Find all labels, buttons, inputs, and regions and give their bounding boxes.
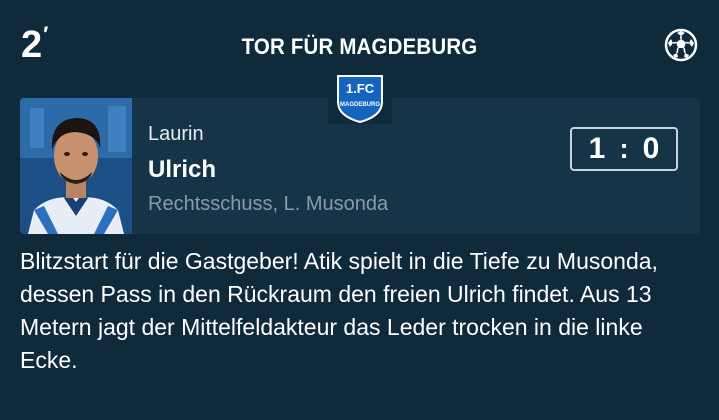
logo-text-top: 1.FC xyxy=(346,81,375,96)
player-last-name: Ulrich xyxy=(148,156,217,183)
score-separator: : xyxy=(619,133,629,164)
goal-description: Blitzstart für die Gastgeber! Atik spiel… xyxy=(20,248,658,373)
event-title: TOR FÜR MAGDEBURG xyxy=(241,34,478,59)
score-home: 1 xyxy=(588,132,606,165)
team-logo: 1.FC MAGDEBURG xyxy=(328,72,392,124)
score-away: 0 xyxy=(642,132,660,165)
score-box: 1 : 0 xyxy=(570,127,678,171)
player-photo xyxy=(20,98,132,234)
logo-text-bottom: MAGDEBURG xyxy=(340,102,380,108)
player-first-name: Laurin xyxy=(148,123,204,145)
goal-detail: Rechtsschuss, L. Musonda xyxy=(148,193,389,215)
soccer-ball-icon xyxy=(664,28,698,62)
